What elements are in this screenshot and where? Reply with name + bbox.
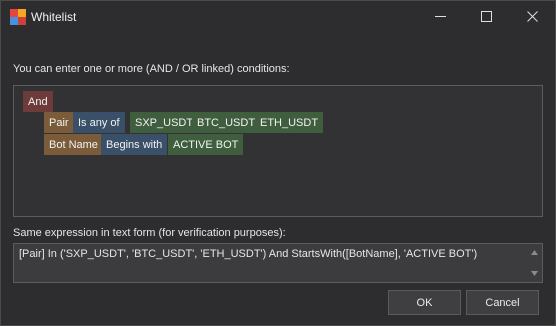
- cancel-button[interactable]: Cancel: [466, 290, 539, 315]
- expression-label: Same expression in text form (for verifi…: [13, 227, 286, 239]
- minimize-button[interactable]: [417, 1, 463, 32]
- title-bar[interactable]: Whitelist: [1, 1, 555, 32]
- minimize-icon: [434, 16, 446, 17]
- close-icon: [526, 11, 538, 22]
- condition-operator-begins-with[interactable]: Begins with: [101, 134, 168, 155]
- condition-field-bot-name[interactable]: Bot Name: [44, 134, 103, 155]
- condition-operator-is-any-of[interactable]: Is any of: [73, 112, 125, 133]
- maximize-icon: [480, 11, 492, 22]
- whitelist-dialog: Whitelist You can enter one or more (AND…: [0, 0, 556, 326]
- scroll-down-arrow-icon[interactable]: [530, 269, 539, 278]
- conditions-label: You can enter one or more (AND / OR link…: [13, 63, 290, 75]
- expression-textbox[interactable]: [Pair] In ('SXP_USDT', 'BTC_USDT', 'ETH_…: [13, 243, 543, 283]
- condition-value[interactable]: SXP_USDT: [130, 112, 199, 133]
- condition-value[interactable]: ETH_USDT: [255, 112, 324, 133]
- window-title: Whitelist: [31, 10, 77, 24]
- conditions-editor[interactable]: And Pair Is any of SXP_USDT BTC_USDT ETH…: [13, 85, 543, 217]
- close-button[interactable]: [509, 1, 555, 32]
- app-logo-icon: [10, 9, 26, 25]
- condition-field-pair[interactable]: Pair: [44, 112, 74, 133]
- logical-operator-and[interactable]: And: [23, 91, 53, 112]
- maximize-button[interactable]: [463, 1, 509, 32]
- expression-text: [Pair] In ('SXP_USDT', 'BTC_USDT', 'ETH_…: [19, 248, 478, 260]
- ok-button[interactable]: OK: [388, 290, 461, 315]
- scroll-up-arrow-icon[interactable]: [530, 248, 539, 257]
- condition-value[interactable]: BTC_USDT: [192, 112, 261, 133]
- condition-value[interactable]: ACTIVE BOT: [168, 134, 244, 155]
